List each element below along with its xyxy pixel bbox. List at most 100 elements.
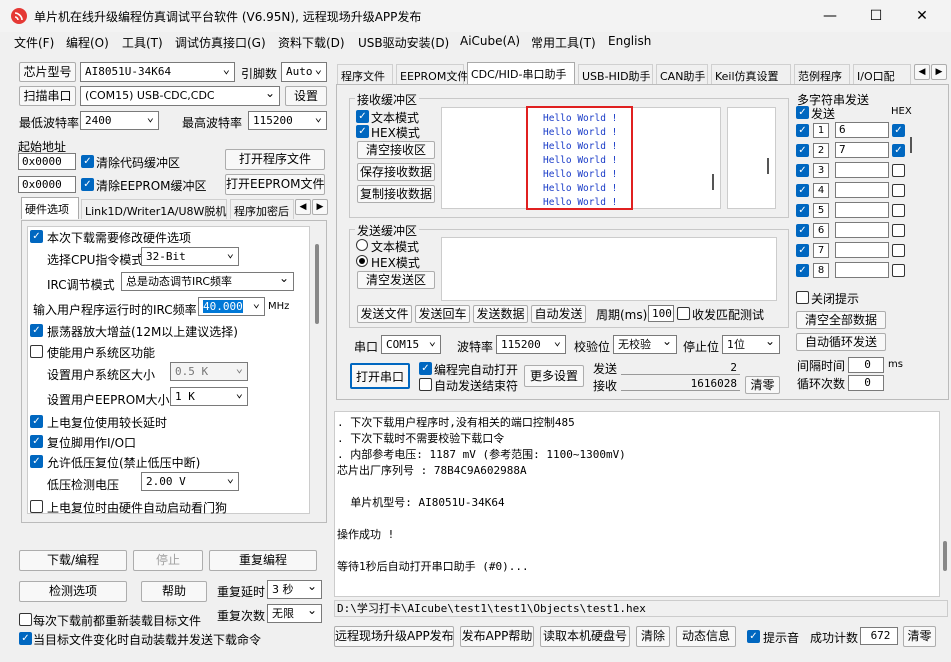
- multi-row-hex-checkbox[interactable]: [892, 244, 905, 257]
- multi-row-input[interactable]: [835, 202, 889, 218]
- multi-row-checkbox[interactable]: ✓: [796, 204, 809, 217]
- clear-tx-button[interactable]: 清空发送区: [357, 271, 435, 289]
- reset-pin-io-checkbox[interactable]: ✓: [30, 435, 43, 448]
- interval-input[interactable]: 0: [848, 357, 884, 373]
- tx-hex-mode-radio[interactable]: [356, 255, 368, 267]
- code-start-address-input[interactable]: 0x0000: [18, 153, 76, 170]
- port-settings-button[interactable]: 设置: [285, 86, 327, 106]
- multi-row-checkbox[interactable]: ✓: [796, 144, 809, 157]
- clear-code-buffer-checkbox[interactable]: ✓: [81, 155, 94, 168]
- system-area-size-select[interactable]: 0.5 K: [170, 362, 248, 381]
- stop-button[interactable]: 停止: [133, 550, 203, 571]
- clear-rx-button[interactable]: 清空接收区: [357, 141, 435, 159]
- chip-model-button[interactable]: 芯片型号: [19, 62, 76, 82]
- multi-row-input[interactable]: [835, 162, 889, 178]
- multi-row-checkbox[interactable]: ✓: [796, 164, 809, 177]
- download-button[interactable]: 下载/编程: [19, 550, 127, 571]
- send-return-button[interactable]: 发送回车: [415, 305, 470, 323]
- lvd-select[interactable]: 2.00 V: [141, 472, 239, 491]
- multi-row-input[interactable]: [835, 182, 889, 198]
- multi-row-input[interactable]: [835, 242, 889, 258]
- irc-frequency-select[interactable]: 40.000: [198, 297, 265, 316]
- baud-select[interactable]: 115200: [496, 335, 566, 354]
- reload-target-checkbox[interactable]: [19, 613, 32, 626]
- stop-bits-select[interactable]: 1位: [722, 335, 780, 354]
- save-rx-button[interactable]: 保存接收数据: [357, 163, 435, 181]
- tab-scroll-right-button[interactable]: ▶: [312, 199, 328, 215]
- open-eeprom-file-button[interactable]: 打开EEPROM文件: [225, 174, 325, 195]
- serial-port-select[interactable]: COM15: [381, 335, 441, 354]
- multi-row-checkbox[interactable]: ✓: [796, 124, 809, 137]
- tab-keil-settings[interactable]: Keil仿真设置: [711, 64, 791, 84]
- rx-text-mode-checkbox[interactable]: ✓: [356, 110, 369, 123]
- scrollbar-thumb[interactable]: [315, 244, 319, 324]
- rx-hex-mode-checkbox[interactable]: ✓: [356, 125, 369, 138]
- repeat-count-select[interactable]: 无限: [267, 604, 322, 623]
- animation-button[interactable]: 动态信息: [676, 626, 736, 647]
- clear-log-button[interactable]: 清除: [636, 626, 670, 647]
- multi-row-hex-checkbox[interactable]: [892, 224, 905, 237]
- tab-can[interactable]: CAN助手: [656, 64, 708, 84]
- beep-checkbox[interactable]: ✓: [747, 630, 760, 643]
- log-scrollbar[interactable]: [940, 411, 950, 597]
- log-scrollbar-thumb[interactable]: [943, 541, 947, 571]
- tab-io-config[interactable]: I/O口配: [853, 64, 911, 84]
- send-textarea[interactable]: [441, 237, 777, 301]
- multi-row-hex-checkbox[interactable]: [892, 164, 905, 177]
- osc-gain-checkbox[interactable]: ✓: [30, 324, 43, 337]
- watchdog-checkbox[interactable]: [30, 500, 43, 513]
- publish-help-button[interactable]: 发布APP帮助: [460, 626, 534, 647]
- tab-program-file[interactable]: 程序文件: [337, 64, 393, 84]
- menu-tools[interactable]: 工具(T): [122, 34, 163, 51]
- por-delay-checkbox[interactable]: ✓: [30, 415, 43, 428]
- send-data-button[interactable]: 发送数据: [473, 305, 528, 323]
- parity-select[interactable]: 无校验: [613, 335, 677, 354]
- hardware-options-scrollbar[interactable]: [311, 226, 323, 514]
- port-select[interactable]: (COM15) USB-CDC,CDC: [80, 86, 280, 106]
- max-baud-select[interactable]: 115200: [248, 111, 327, 130]
- clear-all-button[interactable]: 清空全部数据: [796, 311, 886, 329]
- auto-open-checkbox[interactable]: ✓: [419, 362, 432, 375]
- right-tab-scroll-left-button[interactable]: ◀: [914, 64, 930, 80]
- menu-debug[interactable]: 调试仿真接口(G): [175, 34, 266, 51]
- min-baud-select[interactable]: 2400: [80, 111, 159, 130]
- multi-row-checkbox[interactable]: ✓: [796, 264, 809, 277]
- help-button[interactable]: 帮助: [141, 581, 207, 602]
- scan-port-button[interactable]: 扫描串口: [19, 86, 76, 106]
- auto-loop-button[interactable]: 自动循环发送: [796, 333, 886, 351]
- auto-send-button[interactable]: 自动发送: [531, 305, 586, 323]
- tab-examples[interactable]: 范例程序: [794, 64, 850, 84]
- close-tip-checkbox[interactable]: [796, 291, 809, 304]
- multi-row-hex-checkbox[interactable]: ✓: [892, 124, 905, 137]
- tab-serial-assistant[interactable]: CDC/HID-串口助手: [467, 62, 575, 84]
- tab-scroll-left-button[interactable]: ◀: [295, 199, 311, 215]
- menu-download[interactable]: 资料下载(D): [278, 34, 345, 51]
- multi-row-hex-checkbox[interactable]: [892, 204, 905, 217]
- menu-file[interactable]: 文件(F): [14, 34, 54, 51]
- read-disk-id-button[interactable]: 读取本机硬盘号: [540, 626, 630, 647]
- multi-row-hex-checkbox[interactable]: [892, 264, 905, 277]
- match-test-checkbox[interactable]: [677, 307, 690, 320]
- close-button[interactable]: ✕: [899, 0, 945, 32]
- irc-mode-select[interactable]: 总是动态调节IRC频率: [121, 272, 294, 291]
- chip-model-select[interactable]: AI8051U-34K64: [80, 62, 235, 82]
- right-tab-scroll-right-button[interactable]: ▶: [931, 64, 947, 80]
- multi-row-hex-checkbox[interactable]: [892, 184, 905, 197]
- multi-row-checkbox[interactable]: ✓: [796, 184, 809, 197]
- menu-aicube[interactable]: AiCube(A): [460, 34, 520, 48]
- loop-count-input[interactable]: 0: [848, 375, 884, 391]
- eeprom-start-address-input[interactable]: 0x0000: [18, 176, 76, 193]
- eeprom-size-select[interactable]: 1 K: [170, 387, 248, 406]
- copy-rx-button[interactable]: 复制接收数据: [357, 185, 435, 203]
- clear-count-button[interactable]: 清零: [745, 376, 780, 394]
- multi-row-input[interactable]: [835, 222, 889, 238]
- multi-row-input[interactable]: 7: [835, 142, 889, 158]
- open-program-file-button[interactable]: 打开程序文件: [225, 149, 325, 170]
- clear-success-button[interactable]: 清零: [903, 626, 936, 647]
- maximize-button[interactable]: ☐: [853, 0, 899, 32]
- tab-hardware-options[interactable]: 硬件选项: [21, 197, 79, 219]
- open-serial-button[interactable]: 打开串口: [350, 363, 410, 389]
- publish-app-button[interactable]: 远程现场升级APP发布: [334, 626, 454, 647]
- tab-offline-programmer[interactable]: Link1D/Writer1A/U8W脱机: [81, 199, 227, 219]
- low-voltage-reset-checkbox[interactable]: ✓: [30, 455, 43, 468]
